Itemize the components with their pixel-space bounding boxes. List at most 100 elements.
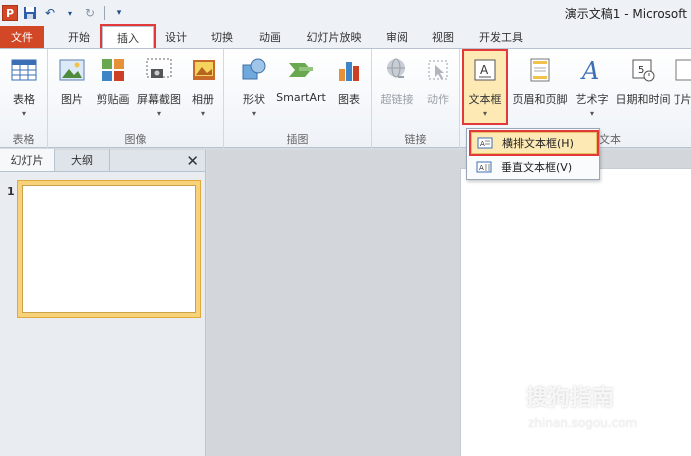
- hyperlink-icon: [382, 55, 412, 85]
- slide-editor: [207, 150, 691, 456]
- tab-slideshow[interactable]: 幻灯片放映: [294, 26, 374, 48]
- chart-button-label: 图表: [338, 93, 360, 106]
- ribbon-tabs: 文件 开始 插入 设计 切换 动画 幻灯片放映 审阅 视图 开发工具: [0, 24, 691, 50]
- screenshot-caret-icon: ▾: [156, 109, 161, 118]
- slide-thumbnail[interactable]: [17, 180, 201, 318]
- powerpoint-app-icon[interactable]: P: [2, 5, 18, 21]
- quick-access-toolbar: P ↶ ▾ ↻ ▾: [0, 5, 127, 21]
- clipart-icon: [98, 55, 128, 85]
- wordart-caret-icon: ▾: [589, 109, 594, 118]
- window-title: 演示文稿1 - Microsoft: [564, 7, 687, 21]
- slides-pane: 幻灯片 大纲 ✕ 1: [0, 149, 206, 456]
- qat-dropdown-icon[interactable]: ▾: [62, 5, 78, 21]
- smartart-button[interactable]: SmartArt: [274, 51, 328, 121]
- close-pane-icon[interactable]: ✕: [186, 152, 199, 170]
- svg-text:A: A: [580, 57, 599, 83]
- screenshot-button-label: 屏幕截图: [137, 93, 181, 106]
- tab-design[interactable]: 设计: [154, 26, 198, 48]
- tab-transitions[interactable]: 切换: [198, 26, 246, 48]
- save-icon[interactable]: [22, 5, 38, 21]
- customize-qat-icon[interactable]: ▾: [111, 5, 127, 21]
- date-time-button[interactable]: 5 日期和时间: [614, 51, 672, 121]
- svg-text:A: A: [480, 140, 485, 148]
- screenshot-icon: [144, 55, 174, 85]
- chart-icon: [334, 55, 364, 85]
- tab-review[interactable]: 审阅: [374, 26, 420, 48]
- picture-button-label: 图片: [61, 93, 83, 106]
- tab-developer[interactable]: 开发工具: [466, 26, 536, 48]
- tab-view[interactable]: 视图: [420, 26, 466, 48]
- group-images: 图片 剪贴画 屏幕截图 ▾ 相册 ▾ 图像: [48, 49, 224, 149]
- horizontal-textbox-icon: A: [476, 136, 494, 150]
- svg-text:A: A: [480, 63, 489, 77]
- wordart-button-label: 艺术字: [575, 93, 609, 106]
- svg-text:5: 5: [638, 65, 644, 76]
- slide-number: 1: [7, 185, 15, 198]
- horizontal-textbox-item[interactable]: A 横排文本框(H): [469, 130, 599, 156]
- vertical-textbox-item[interactable]: A 垂直文本框(V): [471, 156, 597, 178]
- table-button-label: 表格: [13, 93, 35, 106]
- redo-icon[interactable]: ↻: [82, 5, 98, 21]
- textbox-button[interactable]: A 文本框 ▾: [462, 49, 508, 125]
- photo-album-button-label: 相册: [192, 93, 214, 106]
- hyperlink-button-label: 超链接: [380, 93, 414, 106]
- wordart-button[interactable]: A 艺术字 ▾: [572, 51, 612, 121]
- undo-icon[interactable]: ↶: [42, 5, 58, 21]
- shapes-button[interactable]: 形状 ▾: [238, 51, 270, 121]
- group-links-label: 链接: [404, 133, 427, 146]
- header-footer-icon: [525, 55, 555, 85]
- photo-album-button[interactable]: 相册 ▾: [186, 51, 220, 121]
- clipart-button-label: 剪贴画: [96, 93, 130, 106]
- shapes-icon: [239, 55, 269, 85]
- picture-icon: [57, 55, 87, 85]
- clipart-button[interactable]: 剪贴画: [94, 51, 132, 121]
- table-icon: [9, 55, 39, 85]
- qat-separator: [104, 6, 105, 20]
- svg-text:A: A: [479, 164, 484, 172]
- tab-slides[interactable]: 幻灯片: [0, 149, 55, 171]
- tab-home[interactable]: 开始: [56, 26, 102, 48]
- watermark-url: zhinan.sogou.com: [528, 416, 638, 430]
- watermark-logo: 搜狗指南: [526, 386, 615, 411]
- group-illustrations-label: 插图: [286, 133, 309, 146]
- tab-outline[interactable]: 大纲: [55, 149, 110, 171]
- table-caret-icon: ▾: [21, 109, 26, 118]
- group-links: 超链接 动作 链接: [372, 49, 460, 149]
- slide-thumbnail-canvas: [22, 185, 196, 313]
- group-images-label: 图像: [124, 133, 147, 146]
- shapes-caret-icon: ▾: [251, 109, 256, 118]
- slide-canvas[interactable]: [460, 168, 691, 456]
- picture-button[interactable]: 图片: [54, 51, 90, 121]
- tab-insert[interactable]: 插入: [100, 24, 156, 50]
- table-button[interactable]: 表格 ▾: [4, 51, 44, 121]
- slide-number-button-label: 幻灯片编号: [674, 93, 691, 106]
- photo-album-icon: [188, 55, 218, 85]
- action-icon: [423, 55, 453, 85]
- title-bar: P ↶ ▾ ↻ ▾ 演示文稿1 - Microsoft: [0, 0, 691, 26]
- group-tables-label: 表格: [12, 133, 35, 146]
- vertical-textbox-label: 垂直文本框(V): [501, 161, 573, 174]
- tab-file[interactable]: 文件: [0, 26, 44, 48]
- header-footer-button[interactable]: 页眉和页脚: [510, 51, 570, 121]
- smartart-icon: [286, 55, 316, 85]
- hyperlink-button[interactable]: 超链接: [376, 51, 418, 121]
- date-time-button-label: 日期和时间: [615, 93, 671, 106]
- tab-animations[interactable]: 动画: [246, 26, 294, 48]
- textbox-caret-icon: ▾: [482, 109, 487, 118]
- textbox-icon: A: [470, 55, 500, 85]
- group-tables: 表格 ▾ 表格: [0, 49, 48, 149]
- screenshot-button[interactable]: 屏幕截图 ▾: [136, 51, 182, 121]
- horizontal-textbox-label: 横排文本框(H): [502, 137, 574, 150]
- vertical-textbox-icon: A: [475, 160, 493, 174]
- photo-album-caret-icon: ▾: [200, 109, 205, 118]
- action-button[interactable]: 动作: [422, 51, 454, 121]
- slide-number-icon: [674, 55, 691, 85]
- shapes-button-label: 形状: [243, 93, 265, 106]
- chart-button[interactable]: 图表: [332, 51, 366, 121]
- textbox-dropdown-menu: A 横排文本框(H) A 垂直文本框(V): [466, 128, 600, 180]
- wordart-icon: A: [577, 55, 607, 85]
- date-time-icon: 5: [628, 55, 658, 85]
- smartart-button-label: SmartArt: [276, 91, 326, 104]
- slide-number-button[interactable]: 幻灯片编号: [674, 51, 691, 121]
- slides-pane-tabs: 幻灯片 大纲 ✕: [0, 149, 205, 172]
